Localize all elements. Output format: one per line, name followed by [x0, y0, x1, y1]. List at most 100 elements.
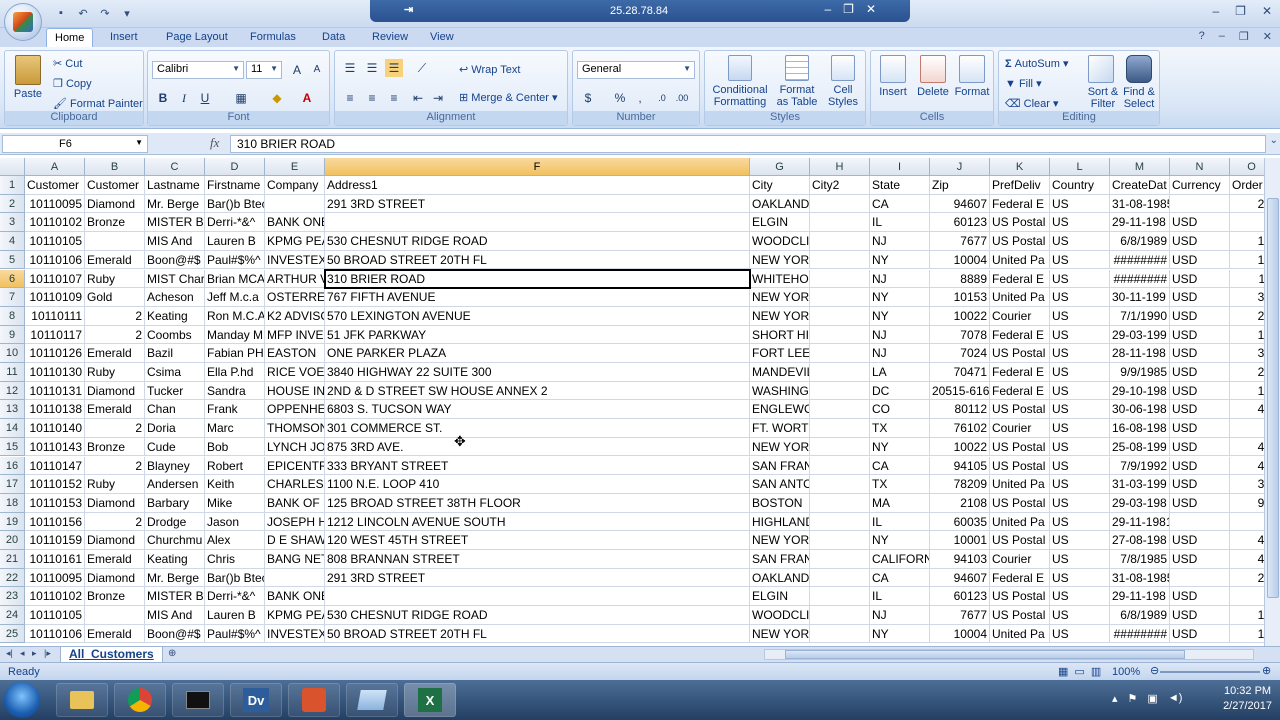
cell-e25[interactable]: INVESTEX [265, 624, 325, 644]
decrease-decimal-icon[interactable]: .00 [673, 89, 691, 107]
cell-b6[interactable]: Ruby [85, 269, 145, 289]
taskbar-explorer[interactable] [56, 683, 108, 717]
cell-l7[interactable]: US [1050, 288, 1110, 307]
cell-i8[interactable]: NY [870, 306, 930, 326]
cell-j22[interactable]: 94607 [930, 568, 990, 588]
cell-k15[interactable]: US Postal [990, 437, 1050, 457]
cell-h18[interactable] [810, 493, 870, 513]
cell-i24[interactable]: NJ [870, 606, 930, 625]
remote-restore-button[interactable]: ❐ [843, 2, 854, 16]
cell-n12[interactable]: USD [1170, 381, 1230, 401]
cell-h11[interactable] [810, 363, 870, 382]
cell-b18[interactable]: Diamond [85, 493, 145, 513]
cell-a25[interactable]: 10110106 [25, 624, 85, 644]
cell-b4[interactable] [85, 232, 145, 251]
cell-o4[interactable]: 14 [1230, 232, 1264, 251]
row-header-25[interactable]: 25 [0, 624, 25, 644]
cell-e13[interactable]: OPPENHEI [265, 400, 325, 420]
cell-h13[interactable] [810, 400, 870, 420]
cell-h24[interactable] [810, 606, 870, 625]
cell-k2[interactable]: Federal E [990, 194, 1050, 214]
cell-c3[interactable]: MISTER B [145, 213, 205, 233]
cell-n25[interactable]: USD [1170, 624, 1230, 644]
cell-h10[interactable] [810, 344, 870, 363]
increase-indent-icon[interactable]: ⇥ [429, 89, 447, 107]
cell-j5[interactable]: 10004 [930, 250, 990, 270]
cell-m17[interactable]: 31-03-199 [1110, 475, 1170, 494]
cell-j7[interactable]: 10153 [930, 288, 990, 307]
cell-g8[interactable]: NEW YORK [750, 306, 810, 326]
cell-k6[interactable]: Federal E [990, 269, 1050, 289]
cell-e9[interactable]: MFP INVE [265, 325, 325, 345]
font-size-select[interactable]: 11 ▼ [246, 61, 282, 79]
cell-n16[interactable]: USD [1170, 456, 1230, 476]
undo-icon[interactable]: ↶ [74, 4, 92, 22]
zoom-out-icon[interactable]: ⊖ [1150, 664, 1159, 677]
shrink-font-icon[interactable]: A [308, 61, 326, 79]
cell-o17[interactable]: 32 [1230, 475, 1264, 494]
cell-e7[interactable]: OSTERREI [265, 288, 325, 307]
column-header-h[interactable]: H [810, 158, 870, 176]
cell-g12[interactable]: WASHINGTON [750, 381, 810, 401]
cell-o12[interactable]: 12 [1230, 382, 1264, 401]
cell-l21[interactable]: US [1050, 550, 1110, 569]
cell-o23[interactable]: 1 [1230, 587, 1264, 607]
cell-b22[interactable]: Diamond [85, 568, 145, 588]
cell-b15[interactable]: Bronze [85, 437, 145, 457]
first-sheet-icon[interactable]: ◂| [6, 648, 13, 659]
cell-i15[interactable]: NY [870, 437, 930, 457]
cell-a1[interactable]: Customer [25, 176, 85, 195]
cell-i13[interactable]: CO [870, 400, 930, 420]
cell-h14[interactable] [810, 419, 870, 438]
cell-d18[interactable]: Mike [205, 493, 265, 513]
restore-button[interactable]: ❐ [1235, 4, 1246, 18]
cell-j12[interactable]: 20515-616 [930, 381, 990, 401]
cell-l22[interactable]: US [1050, 568, 1110, 588]
cell-d1[interactable]: Firstname [205, 176, 265, 195]
cell-j25[interactable]: 10004 [930, 624, 990, 644]
cell-l8[interactable]: US [1050, 306, 1110, 326]
cell-a19[interactable]: 10110156 [25, 512, 85, 532]
fill-color-icon[interactable]: ◆ [268, 89, 286, 107]
cell-a16[interactable]: 10110147 [25, 456, 85, 476]
cell-k4[interactable]: US Postal [990, 232, 1050, 251]
cell-f9[interactable]: 51 JFK PARKWAY [325, 325, 750, 345]
cell-c18[interactable]: Barbary [145, 493, 205, 513]
font-name-select[interactable]: Calibri ▼ [152, 61, 244, 79]
taskbar-office[interactable] [288, 683, 340, 717]
cell-j14[interactable]: 76102 [930, 419, 990, 438]
cell-c7[interactable]: Acheson [145, 288, 205, 307]
cell-l11[interactable]: US [1050, 363, 1110, 382]
cell-j20[interactable]: 10001 [930, 531, 990, 550]
cell-m22[interactable]: 31-08-1985 [1110, 568, 1170, 588]
cell-n4[interactable]: USD [1170, 232, 1230, 251]
row-header-23[interactable]: 23 [0, 587, 25, 607]
cell-j10[interactable]: 7024 [930, 344, 990, 363]
fill-button[interactable]: ▼ Fill ▾ [1005, 77, 1042, 90]
column-header-j[interactable]: J [930, 158, 990, 176]
cell-g16[interactable]: SAN FRANCISCO [750, 456, 810, 476]
cell-f1[interactable]: Address1 [325, 176, 750, 195]
cell-i18[interactable]: MA [870, 493, 930, 513]
cell-e11[interactable]: RICE VOEL [265, 363, 325, 382]
cell-j4[interactable]: 7677 [930, 232, 990, 251]
cell-g24[interactable]: WOODCLIFF LAKE [750, 606, 810, 625]
cell-c19[interactable]: Drodge [145, 512, 205, 532]
cell-a3[interactable]: 10110102 [25, 213, 85, 233]
cell-j18[interactable]: 2108 [930, 493, 990, 513]
clock[interactable]: 10:32 PM 2/27/2017 [1223, 684, 1272, 714]
page-layout-view-icon[interactable]: ▭ [1074, 665, 1084, 678]
cell-c14[interactable]: Doria [145, 419, 205, 438]
cell-n1[interactable]: Currency [1170, 176, 1230, 195]
cell-o20[interactable]: 47 [1230, 531, 1264, 550]
cell-f5[interactable]: 50 BROAD STREET 20TH FL [325, 250, 750, 270]
cell-j17[interactable]: 78209 [930, 475, 990, 494]
workbook-minimize-button[interactable]: – [1219, 30, 1225, 43]
cell-e12[interactable]: HOUSE INI [265, 381, 325, 401]
conditional-formatting-button[interactable]: Conditional Formatting [707, 55, 773, 108]
cell-l2[interactable]: US [1050, 194, 1110, 214]
cell-o5[interactable]: 15 [1230, 251, 1264, 270]
cell-f22[interactable]: 291 3RD STREET [325, 568, 750, 588]
taskbar-chrome[interactable] [114, 683, 166, 717]
cell-f10[interactable]: ONE PARKER PLAZA [325, 344, 750, 363]
